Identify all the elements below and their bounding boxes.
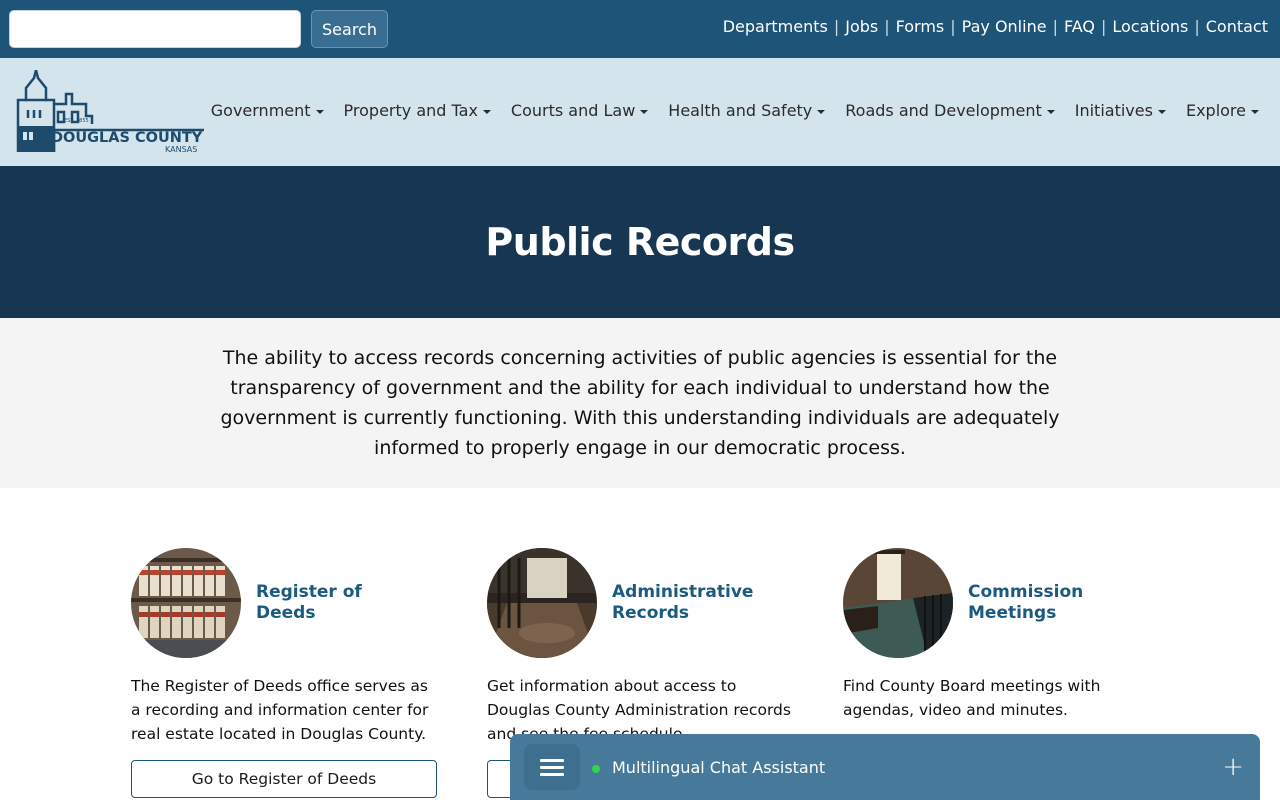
douglas-county-logo[interactable]: EST. 1855 DOUGLAS COUNTY KANSAS (14, 70, 209, 156)
link-forms[interactable]: Forms (896, 17, 945, 36)
logo-est: EST. 1855 (64, 118, 89, 124)
hamburger-menu-icon[interactable] (524, 744, 580, 790)
nav-label: Government (210, 101, 311, 120)
card-header: Administrative Records (487, 548, 807, 658)
separator: | (884, 16, 890, 36)
commission-chamber-photo (843, 548, 953, 658)
caret-down-icon (1157, 109, 1166, 114)
card-header: Commission Meetings (843, 548, 1163, 658)
utility-links: Departments | Jobs | Forms | Pay Online | FA… (723, 15, 1268, 37)
link-faq[interactable]: FAQ (1064, 17, 1095, 36)
card-register-of-deeds: Register of Deeds The Register of Deeds … (131, 548, 451, 798)
nav-initiatives[interactable]: Initiatives (1075, 101, 1166, 120)
primary-nav: Government Property and Tax Courts and L… (191, 101, 1259, 120)
hero-banner: Public Records (0, 166, 1280, 318)
nav-label: Roads and Development (845, 101, 1042, 120)
records-shelf-photo (131, 548, 241, 658)
nav-health-and-safety[interactable]: Health and Safety (668, 101, 826, 120)
main-navigation: EST. 1855 DOUGLAS COUNTY KANSAS Governme… (0, 58, 1280, 166)
separator: | (833, 16, 840, 36)
nav-label: Health and Safety (668, 101, 813, 120)
chat-assistant-bar[interactable]: Multilingual Chat Assistant + (510, 734, 1260, 800)
card-title[interactable]: Commission Meetings (968, 582, 1138, 624)
intro-section: The ability to access records concerning… (0, 318, 1280, 488)
page-title: Public Records (485, 220, 795, 264)
nav-courts-and-law[interactable]: Courts and Law (510, 101, 649, 120)
caret-down-icon (817, 109, 826, 114)
nav-explore[interactable]: Explore (1186, 101, 1259, 120)
nav-label: Property and Tax (343, 101, 478, 120)
online-status-dot (592, 765, 600, 773)
search-button[interactable]: Search (311, 10, 388, 48)
intro-text: The ability to access records concerning… (220, 347, 1060, 459)
card-description: The Register of Deeds office serves as a… (131, 677, 429, 743)
caret-down-icon (315, 109, 324, 114)
caret-down-icon (640, 109, 649, 114)
separator: | (1100, 16, 1107, 36)
search-input[interactable] (9, 10, 301, 48)
separator: | (1052, 16, 1058, 36)
utility-bar: Search Departments | Jobs | Forms | Pay Onl… (0, 0, 1280, 58)
card-title[interactable]: Administrative Records (612, 582, 782, 624)
nav-label: Explore (1185, 101, 1246, 120)
link-jobs[interactable]: Jobs (845, 17, 878, 36)
link-departments[interactable]: Departments (723, 17, 828, 36)
caret-down-icon (482, 109, 491, 114)
go-to-register-of-deeds-button[interactable]: Go to Register of Deeds (131, 760, 437, 798)
link-pay-online[interactable]: Pay Online (962, 17, 1047, 36)
logo-state: KANSAS (165, 145, 197, 154)
caret-down-icon (1046, 109, 1055, 114)
caret-down-icon (1251, 109, 1259, 114)
card-title[interactable]: Register of Deeds (256, 582, 426, 624)
nav-label: Courts and Law (510, 101, 636, 120)
plus-icon[interactable]: + (1222, 754, 1244, 780)
logo-name: DOUGLAS COUNTY (51, 130, 203, 146)
nav-roads-and-development[interactable]: Roads and Development (845, 101, 1055, 120)
card-header: Register of Deeds (131, 548, 451, 658)
link-contact[interactable]: Contact (1206, 17, 1268, 36)
separator: | (950, 16, 956, 36)
nav-government[interactable]: Government (211, 101, 324, 120)
link-locations[interactable]: Locations (1112, 17, 1188, 36)
card-description: Find County Board meetings with agendas,… (843, 677, 1101, 719)
chat-assistant-label: Multilingual Chat Assistant (612, 758, 826, 777)
card-administrative-records: Administrative Records Get information a… (487, 548, 807, 798)
nav-property-and-tax[interactable]: Property and Tax (344, 101, 491, 120)
separator: | (1194, 16, 1200, 36)
courthouse-interior-photo (487, 548, 597, 658)
nav-label: Initiatives (1074, 101, 1153, 120)
card-commission-meetings: Commission Meetings Find County Board me… (843, 548, 1163, 722)
